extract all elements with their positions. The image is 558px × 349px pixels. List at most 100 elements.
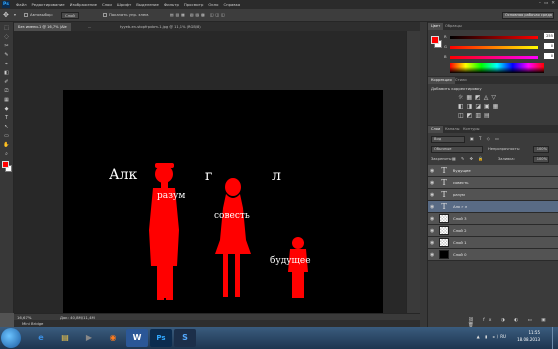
- word-icon[interactable]: W: [126, 329, 148, 347]
- layer-row[interactable]: ◉ T разум: [428, 189, 558, 201]
- menu-help[interactable]: Справка: [223, 2, 240, 7]
- text-layer-thumb-icon: T: [439, 190, 449, 199]
- show-transform-checkbox[interactable]: Показать упр. элем.: [103, 12, 149, 17]
- blue-value[interactable]: 0: [544, 53, 554, 59]
- menu-window[interactable]: Окно: [208, 2, 218, 7]
- layer-row[interactable]: ◉ T будущее: [428, 165, 558, 177]
- ie-icon[interactable]: e: [30, 329, 52, 347]
- color-spectrum[interactable]: [450, 63, 544, 73]
- marquee-tool-icon[interactable]: ◌: [2, 33, 12, 40]
- document-canvas[interactable]: Алк г л разум совесть будущее: [63, 90, 383, 330]
- visibility-eye-icon[interactable]: ◉: [430, 228, 434, 234]
- close-button[interactable]: ✕: [551, 1, 555, 6]
- tab-color[interactable]: Цвет: [428, 23, 444, 30]
- pen-tool-icon[interactable]: ◆: [2, 105, 12, 112]
- foreground-color[interactable]: [2, 161, 9, 168]
- path-select-tool-icon[interactable]: ↖: [2, 123, 12, 130]
- gradient-tool-icon[interactable]: ▦: [2, 96, 12, 103]
- media-player-icon[interactable]: ▶: [78, 329, 100, 347]
- tray-icons[interactable]: ▲ ▮ ◂): [477, 334, 500, 339]
- opacity-value[interactable]: 100%: [533, 146, 549, 153]
- start-button[interactable]: [1, 328, 21, 348]
- photoshop-taskbar-icon[interactable]: Ps: [150, 329, 172, 347]
- menu-select[interactable]: Выделение: [136, 2, 159, 7]
- blue-label: B: [444, 54, 447, 59]
- red-bar[interactable]: [450, 36, 538, 39]
- visibility-eye-icon[interactable]: ◉: [430, 192, 434, 198]
- red-value[interactable]: 255: [544, 33, 554, 39]
- mini-bridge-bar: Mini Bridge: [14, 320, 420, 327]
- color-swatches[interactable]: [1, 161, 13, 173]
- minimize-button[interactable]: –: [539, 1, 541, 6]
- layer-row[interactable]: ◉ Слой 3: [428, 213, 558, 225]
- menu-edit[interactable]: Редактирование: [32, 2, 65, 7]
- move-tool-icon[interactable]: ✥: [3, 11, 9, 19]
- layer-row[interactable]: ◉ T совесть: [428, 177, 558, 189]
- workspace-select[interactable]: Основная рабочая среда: [502, 12, 554, 19]
- stamp-tool-icon[interactable]: ◧: [2, 69, 12, 76]
- zoom-tool-icon[interactable]: ⌕: [2, 150, 12, 157]
- status-bar: 16,67% Док: 40,8M/11,4M: [14, 313, 420, 320]
- visibility-eye-icon[interactable]: ◉: [430, 216, 434, 222]
- menu-file[interactable]: Файл: [16, 2, 27, 7]
- move-tool-icon[interactable]: ⬚: [2, 24, 12, 31]
- visibility-eye-icon[interactable]: ◉: [430, 180, 434, 186]
- menu-filter[interactable]: Фильтр: [164, 2, 179, 7]
- type-tool-icon[interactable]: T: [2, 114, 12, 121]
- layer-row[interactable]: ◉ Слой 2: [428, 225, 558, 237]
- green-value[interactable]: 0: [544, 43, 554, 49]
- tab-document-2[interactable]: ...: [84, 23, 95, 31]
- pencil-tool-icon[interactable]: ✐: [2, 78, 12, 85]
- windows-taskbar: e ▤ ▶ ◉ W Ps S RU ▲ ▮ ◂) 11:55 18.08.201…: [0, 327, 558, 349]
- tool-preset-dropdown[interactable]: ▾: [14, 12, 16, 17]
- red-slider[interactable]: R 255: [444, 33, 556, 40]
- brush-tool-icon[interactable]: ✎: [2, 51, 12, 58]
- mini-bridge-tab[interactable]: Mini Bridge: [22, 321, 43, 326]
- align-icons[interactable]: ▤▥▦ ▧▨▩ ◫◫◫: [170, 12, 227, 17]
- tab-document-1[interactable]: Без имени-1 @ 16,7% (Ale: [14, 23, 71, 31]
- clock[interactable]: 11:55 18.08.2013: [517, 329, 540, 343]
- shape-tool-icon[interactable]: ▭: [2, 132, 12, 139]
- vertical-scrollbar[interactable]: [406, 31, 420, 313]
- tab-styles[interactable]: Стили: [452, 77, 470, 84]
- blue-slider[interactable]: B 0: [444, 53, 556, 60]
- explorer-icon[interactable]: ▤: [54, 329, 76, 347]
- canvas-area[interactable]: Алк г л разум совесть будущее: [14, 31, 406, 330]
- firefox-icon[interactable]: ◉: [102, 329, 124, 347]
- visibility-eye-icon[interactable]: ◉: [430, 252, 434, 258]
- adjustment-icons[interactable]: ☼▦◩◬▽ ◧◨◪▣▦ ◫◩▥▤: [458, 93, 538, 120]
- tab-adjustments[interactable]: Коррекция: [428, 77, 455, 84]
- show-desktop-button[interactable]: [552, 327, 558, 349]
- lock-icons[interactable]: ▦ ✎ ✥ 🔒: [452, 156, 485, 161]
- fg-color-swatch[interactable]: [431, 36, 439, 44]
- green-slider[interactable]: G 0: [444, 43, 556, 50]
- skype-icon[interactable]: S: [174, 329, 196, 347]
- eraser-tool-icon[interactable]: ⎚: [2, 87, 12, 94]
- menu-image[interactable]: Изображение: [70, 2, 97, 7]
- visibility-eye-icon[interactable]: ◉: [430, 168, 434, 174]
- menu-layer[interactable]: Слои: [102, 2, 112, 7]
- layer-filter-icons[interactable]: ▣ T ◇ ▭: [470, 136, 501, 141]
- fill-value[interactable]: 100%: [533, 156, 549, 163]
- green-bar[interactable]: [450, 46, 538, 49]
- layer-row[interactable]: ◉ Слой 0: [428, 249, 558, 261]
- tab-paths[interactable]: Контуры: [460, 126, 482, 133]
- language-indicator[interactable]: RU: [500, 334, 506, 339]
- visibility-eye-icon[interactable]: ◉: [430, 204, 434, 210]
- eyedropper-tool-icon[interactable]: ⌁: [2, 60, 12, 67]
- maximize-button[interactable]: ▭: [544, 1, 548, 6]
- autoselect-dropdown[interactable]: Слой: [61, 12, 79, 19]
- tab-swatches[interactable]: Образцы: [442, 23, 465, 30]
- menu-type[interactable]: Шрифт: [117, 2, 131, 7]
- menu-view[interactable]: Просмотр: [184, 2, 204, 7]
- lasso-tool-icon[interactable]: ✂: [2, 42, 12, 49]
- layer-row-selected[interactable]: ◉ T Алк г л: [428, 201, 558, 213]
- autoselect-checkbox[interactable]: Автовыбор:: [24, 12, 53, 17]
- tab-document-3[interactable]: tyyeb-en-stopfrpxbm-1.jpg @ 11,1% (RGB/8…: [116, 23, 205, 31]
- layer-filter-kind[interactable]: Вид: [431, 136, 465, 143]
- hand-tool-icon[interactable]: ✋: [2, 141, 12, 148]
- layer-row[interactable]: ◉ Слой 1: [428, 237, 558, 249]
- blue-bar[interactable]: [450, 56, 538, 59]
- blend-mode-select[interactable]: Обычные: [431, 146, 483, 153]
- visibility-eye-icon[interactable]: ◉: [430, 240, 434, 246]
